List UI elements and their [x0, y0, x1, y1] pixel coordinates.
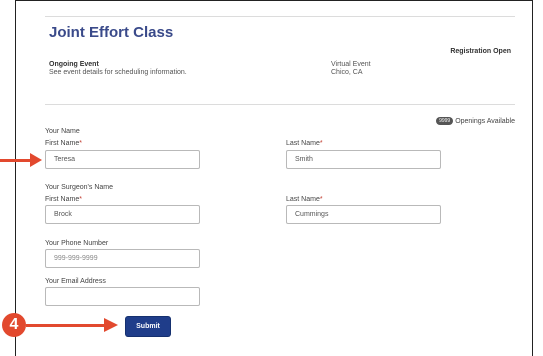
required-marker: * — [79, 140, 82, 147]
registration-status: Registration Open — [450, 48, 511, 55]
first-name-label: First Name* — [45, 140, 82, 147]
your-name-heading: Your Name — [45, 128, 80, 135]
phone-label: Your Phone Number — [45, 240, 109, 247]
last-name-label-text: Last Name — [286, 140, 320, 147]
surgeon-first-name-label-text: First Name — [45, 196, 80, 203]
email-label: Your Email Address — [45, 278, 106, 285]
email-field[interactable] — [45, 287, 200, 306]
event-location: Chico, CA — [331, 69, 363, 76]
required-marker: * — [79, 196, 82, 203]
arrow-head-icon — [30, 153, 42, 167]
surgeon-first-name-field[interactable]: Brock — [45, 205, 200, 224]
openings-count-badge: 9999 — [436, 117, 454, 125]
surgeon-last-name-field[interactable]: Cummings — [286, 205, 441, 224]
surgeon-last-name-label-text: Last Name — [286, 196, 320, 203]
last-name-field[interactable]: Smith — [286, 150, 441, 169]
surgeon-last-name-label: Last Name* — [286, 196, 323, 203]
section-divider — [45, 104, 515, 105]
surgeon-first-name-label: First Name* — [45, 196, 82, 203]
first-name-label-text: First Name — [45, 140, 80, 147]
event-description: See event details for scheduling informa… — [49, 69, 187, 76]
openings-label: Openings Available — [455, 117, 515, 125]
openings-indicator: 9999 Openings Available — [436, 117, 515, 125]
phone-field[interactable]: 999-999-9999 — [45, 249, 200, 268]
arrow-head-icon — [104, 318, 118, 332]
surgeon-name-heading: Your Surgeon's Name — [45, 184, 114, 191]
event-title: Joint Effort Class — [49, 24, 174, 41]
event-type: Ongoing Event — [49, 61, 99, 68]
first-name-field[interactable]: Teresa — [45, 150, 200, 169]
submit-button[interactable]: Submit — [126, 317, 170, 336]
required-marker: * — [319, 196, 323, 203]
top-divider — [45, 16, 515, 17]
arrow-shaft — [26, 324, 106, 327]
required-marker: * — [319, 140, 323, 147]
arrow-shaft — [0, 159, 32, 162]
step-number-badge: 4 — [2, 313, 26, 337]
last-name-label: Last Name* — [286, 140, 323, 147]
event-venue: Virtual Event — [331, 61, 371, 68]
